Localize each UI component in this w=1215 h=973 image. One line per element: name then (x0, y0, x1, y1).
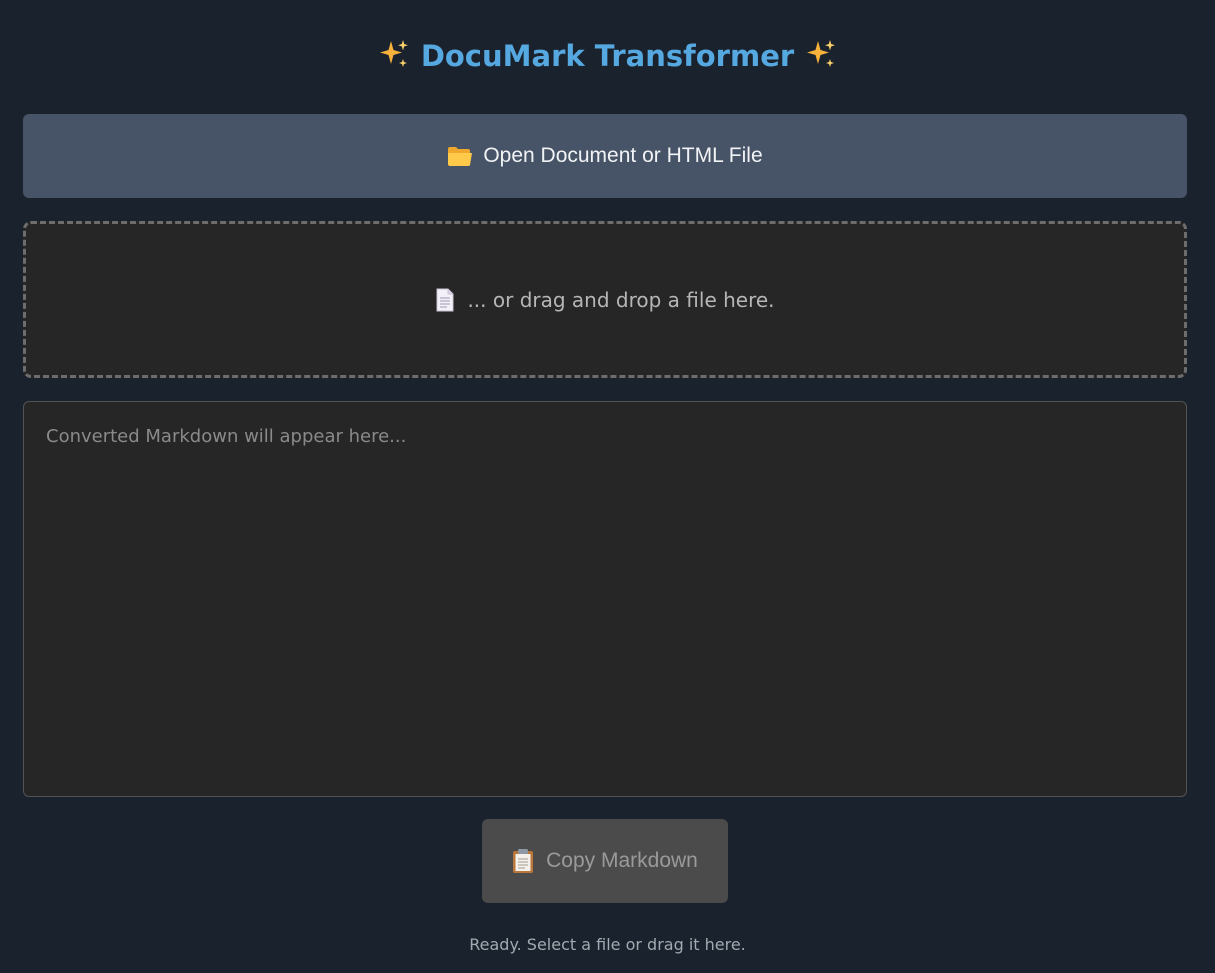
document-icon (435, 288, 455, 312)
open-file-button[interactable]: Open Document or HTML File (23, 114, 1187, 198)
page-title-text: DocuMark Transformer (420, 39, 795, 73)
clipboard-icon (512, 848, 534, 874)
open-file-button-label: Open Document or HTML File (483, 144, 763, 167)
sparkles-icon (377, 38, 411, 72)
copy-markdown-button[interactable]: Copy Markdown (482, 819, 728, 903)
status-text: Ready. Select a file or drag it here. (469, 935, 746, 954)
app-root: DocuMark Transformer Open Document or HT… (0, 0, 1215, 973)
drop-zone-label: ... or drag and drop a file here. (467, 287, 775, 312)
folder-icon (447, 145, 473, 167)
page-title: DocuMark Transformer (0, 34, 1215, 78)
copy-markdown-button-label: Copy Markdown (546, 849, 698, 872)
sparkles-icon (804, 38, 838, 72)
markdown-output[interactable] (23, 401, 1187, 797)
drop-zone[interactable]: ... or drag and drop a file here. (23, 221, 1187, 378)
